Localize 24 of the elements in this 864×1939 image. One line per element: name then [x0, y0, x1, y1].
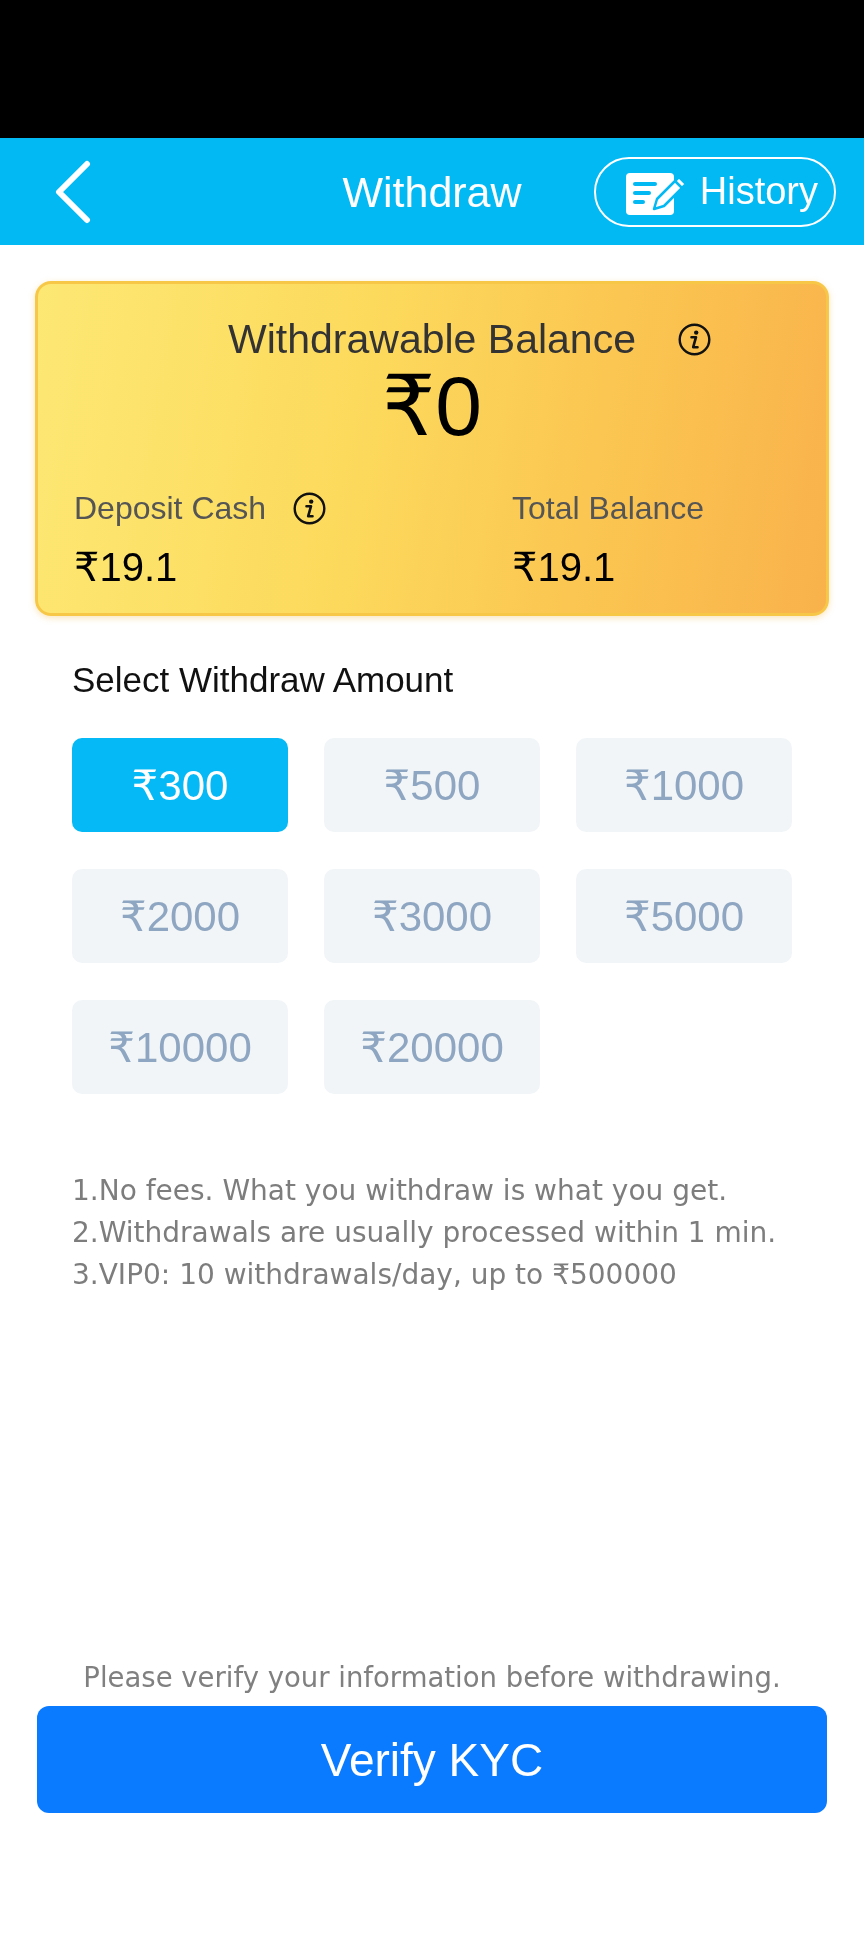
amount-option[interactable]: ₹3000 — [324, 869, 540, 963]
amount-option[interactable]: ₹1000 — [576, 738, 792, 832]
balance-label: Deposit Cash — [74, 489, 267, 528]
info-icon[interactable] — [293, 491, 327, 525]
history-button[interactable]: History — [593, 156, 836, 227]
balance-value: ₹19.1 — [74, 544, 178, 590]
amount-option[interactable]: ₹5000 — [576, 869, 792, 963]
amount-option[interactable]: ₹10000 — [72, 1000, 288, 1094]
info-icon[interactable] — [677, 322, 711, 356]
amount-option[interactable]: ₹300 — [72, 738, 288, 832]
page-title: Withdraw — [342, 166, 522, 217]
note-text: 2.Withdrawals are usually processed within 1 min. — [72, 1215, 777, 1251]
withdrawable-amount: ₹0 — [381, 361, 483, 451]
card-title: Withdrawable Balance — [228, 317, 636, 361]
amount-option[interactable]: ₹20000 — [324, 1000, 540, 1094]
balance-value: ₹19.1 — [512, 544, 616, 590]
verify-hint: Please verify your information before withdrawing. — [83, 1660, 781, 1695]
amount-option[interactable]: ₹2000 — [72, 869, 288, 963]
verify-kyc-button[interactable]: Verify KYC — [37, 1706, 827, 1813]
note-text: 3.VIP0: 10 withdrawals/day, up to ₹500000 — [72, 1257, 677, 1293]
note-text: 1.No fees. What you withdraw is what you get. — [72, 1173, 728, 1209]
balance-label: Total Balance — [512, 489, 705, 528]
section-title: Select Withdraw Amount — [72, 660, 454, 700]
amount-option[interactable]: ₹500 — [324, 738, 540, 832]
